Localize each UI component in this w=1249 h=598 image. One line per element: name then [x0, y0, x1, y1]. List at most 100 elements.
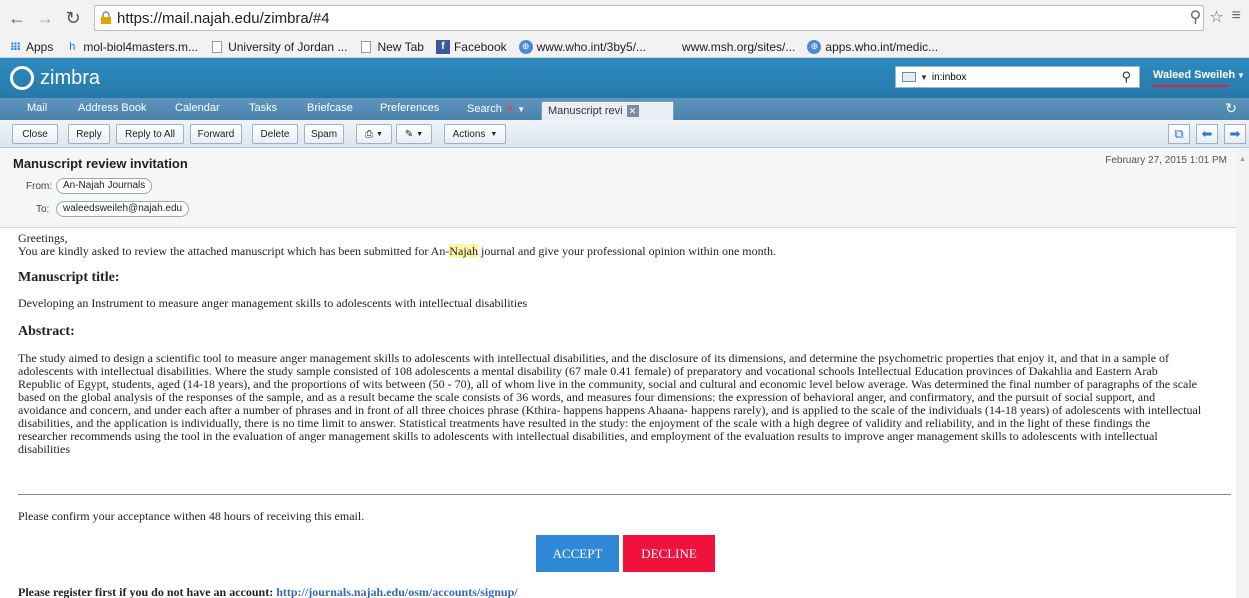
- menu-icon[interactable]: ≡: [1232, 7, 1241, 27]
- chevron-down-icon[interactable]: ▼: [920, 73, 928, 82]
- apps-grid-icon: ⁝⁝⁝: [10, 41, 21, 53]
- previous-message-button[interactable]: ⬅: [1196, 124, 1218, 144]
- title-heading: Manuscript title:: [18, 270, 120, 285]
- chevron-down-icon: ▼: [376, 130, 383, 138]
- actions-label: Actions: [452, 128, 486, 140]
- tag-icon: ✎: [404, 128, 414, 140]
- user-underline: [1153, 85, 1229, 87]
- url-text: https://mail.najah.edu/zimbra/#4: [117, 9, 330, 27]
- print-button[interactable]: ⎙ ▼: [356, 124, 392, 144]
- actions-button[interactable]: Actions ▼: [444, 124, 506, 144]
- from-address[interactable]: An-Najah Journals: [56, 178, 153, 194]
- scrollbar[interactable]: [1236, 148, 1249, 598]
- tab-calendar[interactable]: Calendar: [175, 102, 220, 114]
- tab-manuscript-label: Manuscript revi: [548, 105, 623, 117]
- view-toggle-button[interactable]: ⧉: [1168, 124, 1190, 144]
- user-menu[interactable]: Waleed Sweileh: [1153, 69, 1235, 81]
- chevron-down-icon[interactable]: ▼: [1237, 71, 1245, 80]
- zimbra-header: zimbra ▼ ⚲ Waleed Sweileh ▼: [0, 58, 1249, 98]
- scroll-up-icon[interactable]: ▲: [1239, 156, 1246, 163]
- bookmark-item[interactable]: f Facebook: [435, 39, 507, 54]
- back-arrow-icon[interactable]: ←: [6, 7, 28, 29]
- tab-search[interactable]: Search ✕ ▼: [467, 102, 525, 115]
- bookmark-label: mol-biol4masters.m...: [83, 39, 199, 54]
- bookmark-label: www.msh.org/sites/...: [682, 39, 796, 54]
- forward-arrow-icon[interactable]: →: [34, 7, 56, 29]
- message-subject: Manuscript review invitation: [13, 156, 188, 171]
- lock-icon: [101, 11, 111, 24]
- chevron-down-icon: ▼: [416, 130, 424, 138]
- from-label: From:: [26, 181, 53, 192]
- zimbra-logo-icon: [10, 66, 34, 90]
- extension-icon[interactable]: ⚲: [1190, 7, 1202, 27]
- intro-after: journal and give your professional opini…: [478, 244, 776, 258]
- register-text: Please register first if you do not have…: [18, 585, 277, 598]
- bookmark-star-icon[interactable]: ☆: [1209, 7, 1223, 27]
- bookmark-label: www.who.int/3by5/...: [536, 39, 647, 54]
- view-icon: ⧉: [1174, 126, 1184, 141]
- tab-manuscript[interactable]: Manuscript revi ✕: [541, 101, 674, 120]
- app-tabs: Mail Address Book Calendar Tasks Briefca…: [0, 98, 1249, 120]
- forward-button[interactable]: Forward: [190, 124, 242, 144]
- close-icon[interactable]: ✕: [626, 105, 639, 117]
- tab-preferences[interactable]: Preferences: [380, 102, 439, 114]
- bookmarks-bar: ⁝⁝⁝ Apps h mol-biol4masters.m... Universit…: [0, 36, 1249, 58]
- refresh-icon[interactable]: ↻: [1225, 100, 1237, 117]
- facebook-icon: f: [435, 39, 450, 54]
- to-address[interactable]: waleedsweileh@najah.edu: [56, 201, 190, 217]
- delete-button[interactable]: Delete: [252, 124, 298, 144]
- bookmark-item[interactable]: University of Jordan ...: [210, 40, 347, 54]
- brand-text: zimbra: [40, 66, 101, 89]
- arrow-left-icon: ⬅: [1201, 126, 1213, 141]
- who-icon: ⊕: [807, 39, 822, 54]
- tab-tasks[interactable]: Tasks: [249, 102, 277, 114]
- highlighted-word: Najah: [449, 244, 478, 258]
- tab-mail[interactable]: Mail: [27, 102, 47, 114]
- search-input[interactable]: [931, 71, 1102, 83]
- chevron-down-icon[interactable]: ▼: [517, 105, 525, 114]
- page-icon: [359, 40, 373, 54]
- address-bar[interactable]: https://mail.najah.edu/zimbra/#4: [94, 5, 1204, 31]
- reload-icon[interactable]: ↻: [62, 7, 84, 29]
- search-box[interactable]: ▼ ⚲: [895, 66, 1140, 88]
- tab-address-book[interactable]: Address Book: [78, 102, 146, 114]
- manuscript-title: Developing an Instrument to measure ange…: [18, 296, 528, 310]
- bookmark-item[interactable]: New Tab: [359, 39, 424, 54]
- register-line: Please register first if you do not have…: [18, 585, 518, 598]
- reply-button[interactable]: Reply: [68, 124, 110, 144]
- bookmark-label: Facebook: [453, 39, 507, 54]
- spam-button[interactable]: Spam: [304, 124, 344, 144]
- register-link[interactable]: http://journals.najah.edu/osm/accounts/s…: [276, 585, 517, 598]
- abstract-line: disabilities: [18, 442, 70, 456]
- bookmark-item[interactable]: h mol-biol4masters.m...: [65, 40, 198, 54]
- to-label: To:: [36, 204, 50, 215]
- bookmark-label: Apps: [26, 39, 54, 54]
- bookmark-label: apps.who.int/medic...: [825, 39, 939, 54]
- tag-button[interactable]: ✎ ▼: [396, 124, 432, 144]
- next-message-button[interactable]: ➡: [1224, 124, 1246, 144]
- site-h-icon: h: [69, 40, 76, 53]
- printer-icon: ⎙: [365, 128, 374, 140]
- bookmark-item[interactable]: www.msh.org/sites/...: [682, 40, 795, 54]
- tab-briefcase[interactable]: Briefcase: [307, 102, 353, 114]
- zimbra-logo[interactable]: zimbra: [10, 66, 100, 90]
- message-date: February 27, 2015 1:01 PM: [1105, 155, 1227, 166]
- accept-button[interactable]: ACCEPT: [536, 535, 619, 572]
- page-icon: [210, 40, 224, 54]
- abstract-heading: Abstract:: [18, 324, 75, 339]
- bookmark-item[interactable]: ⊕ apps.who.int/medic...: [807, 39, 939, 54]
- tab-search-label: Search: [467, 103, 502, 115]
- mail-icon[interactable]: [902, 72, 916, 82]
- close-button[interactable]: Close: [12, 124, 58, 144]
- browser-toolbar: ← → ↻ https://mail.najah.edu/zimbra/#4 ⚲…: [0, 0, 1249, 36]
- search-icon[interactable]: ⚲: [1121, 69, 1131, 85]
- close-icon[interactable]: ✕: [505, 103, 514, 115]
- bookmark-item[interactable]: ⊕ www.who.int/3by5/...: [518, 39, 647, 54]
- decline-button[interactable]: DECLINE: [623, 535, 715, 572]
- arrow-right-icon: ➡: [1229, 126, 1241, 141]
- bookmark-apps[interactable]: ⁝⁝⁝ Apps: [8, 40, 53, 54]
- bookmark-label: University of Jordan ...: [228, 39, 348, 54]
- message-body: Greetings, You are kindly asked to revie…: [18, 232, 1234, 456]
- reply-all-button[interactable]: Reply to All: [116, 124, 184, 144]
- bookmark-label: New Tab: [377, 39, 424, 54]
